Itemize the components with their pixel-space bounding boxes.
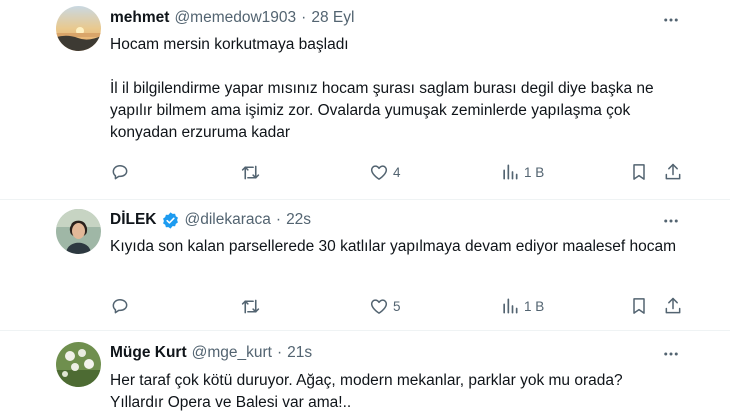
tweet-header: Müge Kurt @mge_kurt · 21s bbox=[110, 342, 312, 364]
bookmark-button[interactable] bbox=[629, 295, 649, 317]
views-button[interactable]: 1 B bbox=[500, 295, 544, 317]
tweet-dilek[interactable]: DİLEK @dilekaraca · 22s Kıyıda son kalan… bbox=[0, 200, 730, 331]
tweet-header: DİLEK @dilekaraca · 22s bbox=[110, 209, 311, 231]
bookmark-icon bbox=[633, 298, 645, 314]
display-name[interactable]: mehmet bbox=[110, 9, 169, 27]
user-handle[interactable]: @dilekaraca bbox=[185, 211, 271, 229]
timestamp[interactable]: 28 Eyl bbox=[311, 9, 354, 27]
tweet-text-line: Her taraf çok kötü duruyor. Ağaç, modern… bbox=[110, 372, 623, 389]
like-button[interactable]: 4 bbox=[369, 161, 401, 183]
avatar-mehmet[interactable] bbox=[56, 6, 101, 51]
avatar-dilek[interactable] bbox=[56, 209, 101, 254]
user-handle[interactable]: @mge_kurt bbox=[192, 344, 272, 362]
separator-dot: · bbox=[275, 211, 282, 228]
display-name[interactable]: Müge Kurt bbox=[110, 344, 187, 362]
reply-icon bbox=[112, 299, 128, 314]
retweet-icon bbox=[241, 165, 260, 179]
tweet-text: Kıyıda son kalan parsellerede 30 katlıla… bbox=[110, 236, 700, 258]
tweet-text: Hocam mersin korkutmaya başladı İl il bi… bbox=[110, 34, 700, 144]
tweet-text-blank-line bbox=[110, 56, 700, 78]
like-button[interactable]: 5 bbox=[369, 295, 401, 317]
views-icon bbox=[503, 298, 518, 314]
views-icon bbox=[503, 164, 518, 180]
like-count: 5 bbox=[393, 298, 401, 314]
more-horizontal-icon bbox=[664, 219, 678, 223]
retweet-button[interactable] bbox=[240, 295, 265, 317]
timestamp[interactable]: 21s bbox=[287, 344, 312, 362]
tweet-text-line: Kıyıda son kalan parsellerede 30 katlıla… bbox=[110, 238, 677, 255]
share-icon bbox=[665, 163, 681, 180]
verified-badge-icon bbox=[162, 211, 178, 229]
more-options-button[interactable] bbox=[660, 9, 682, 31]
more-horizontal-icon bbox=[664, 18, 678, 22]
retweet-icon bbox=[241, 299, 260, 313]
views-button[interactable]: 1 B bbox=[500, 161, 544, 183]
share-icon bbox=[665, 297, 681, 314]
more-options-button[interactable] bbox=[660, 343, 682, 365]
display-name[interactable]: DİLEK bbox=[110, 211, 157, 229]
share-button[interactable] bbox=[663, 161, 683, 183]
view-count: 1 B bbox=[524, 298, 545, 314]
avatar-muge-kurt[interactable] bbox=[56, 342, 101, 387]
heart-icon bbox=[370, 299, 388, 314]
tweet-actions: 4 1 B bbox=[110, 161, 683, 183]
heart-icon bbox=[370, 165, 388, 180]
tweet-actions: 5 1 B bbox=[110, 295, 683, 317]
bookmark-icon bbox=[633, 164, 645, 180]
tweet-header: mehmet @memedow1903 · 28 Eyl bbox=[110, 7, 354, 29]
view-count: 1 B bbox=[524, 164, 545, 180]
reply-icon bbox=[112, 165, 128, 180]
tweet-mehmet[interactable]: mehmet @memedow1903 · 28 Eyl Hocam mersi… bbox=[0, 0, 730, 200]
more-options-button[interactable] bbox=[660, 210, 682, 232]
separator-dot: · bbox=[301, 9, 307, 26]
separator-dot: · bbox=[277, 344, 283, 361]
reply-button[interactable] bbox=[110, 295, 134, 317]
timestamp[interactable]: 22s bbox=[286, 211, 311, 229]
tweet-muge-kurt[interactable]: Müge Kurt @mge_kurt · 21s Her taraf çok … bbox=[0, 331, 730, 420]
user-handle[interactable]: @memedow1903 bbox=[174, 9, 296, 27]
share-button[interactable] bbox=[663, 295, 683, 317]
more-horizontal-icon bbox=[664, 352, 678, 356]
reply-button[interactable] bbox=[110, 161, 134, 183]
tweet-text-line: Yıllardır Opera ve Balesi var ama!.. bbox=[110, 394, 352, 411]
bookmark-button[interactable] bbox=[629, 161, 649, 183]
retweet-button[interactable] bbox=[240, 161, 265, 183]
tweet-text: Her taraf çok kötü duruyor. Ağaç, modern… bbox=[110, 370, 700, 414]
tweet-text-line: Hocam mersin korkutmaya başladı bbox=[110, 36, 349, 53]
like-count: 4 bbox=[393, 164, 401, 180]
tweet-text-line: İl il bilgilendirme yapar mısınız hocam … bbox=[110, 80, 654, 141]
verified-badge bbox=[161, 211, 180, 230]
